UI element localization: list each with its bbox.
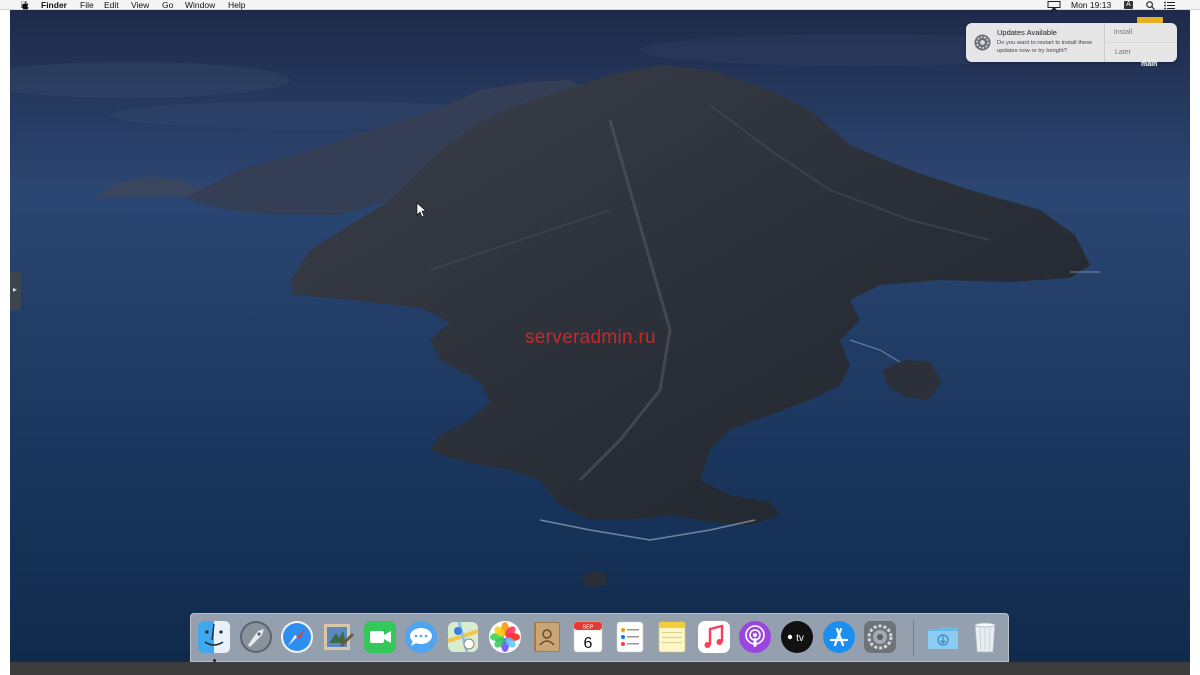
menu-file[interactable]: File [80,0,94,10]
install-button[interactable]: Install [1106,29,1140,36]
tv-label: tv [796,633,804,644]
trash-icon [974,622,996,653]
dock-launchpad[interactable] [238,619,274,655]
menu-view[interactable]: View [131,0,149,10]
apple-tv-icon: tv [781,621,813,653]
watermark-text: serveradmin.ru [525,327,656,348]
menu-edit[interactable]: Edit [104,0,119,10]
finder-icon [198,621,230,653]
input-source-indicator[interactable]: A [1124,1,1133,9]
dock-tv[interactable]: tv [779,619,815,655]
menu-help[interactable]: Help [228,0,245,10]
podcasts-icon [739,621,771,653]
dock-downloads[interactable] [925,619,961,655]
dock-photos[interactable] [487,619,523,655]
chevron-right-icon: ▸ [13,285,18,294]
dock-system-preferences[interactable] [862,619,898,655]
notification-title: Updates Available [997,28,1057,37]
dock-mail[interactable] [320,619,356,655]
dock-reminders[interactable] [612,619,648,655]
dock-notes[interactable] [654,619,690,655]
dock-calendar[interactable]: SEP 6 [570,619,606,655]
maps-icon [447,621,479,653]
dock-music[interactable] [696,619,732,655]
app-menu-finder[interactable]: Finder [41,0,67,10]
spotlight-search-icon[interactable] [1146,1,1155,10]
dock-messages[interactable] [403,619,439,655]
calendar-icon: SEP 6 [573,621,603,653]
desktop-item-label[interactable]: main [1141,61,1157,68]
contacts-icon [534,622,560,652]
dock-trash[interactable] [967,619,1003,655]
menu-window[interactable]: Window [185,0,215,10]
screen:  Finder File Edit View Go Window Help M… [0,0,1200,675]
system-preferences-gear-icon [974,34,991,51]
dock: SEP 6 tv [190,613,1009,662]
dock-safari[interactable] [279,619,315,655]
later-button[interactable]: Later [1106,49,1140,56]
desktop-wallpaper[interactable]: serveradmin.ru [10,10,1190,662]
menu-go[interactable]: Go [162,0,173,10]
notification-button-divider [1106,42,1177,43]
downloads-folder-icon [928,627,958,649]
notes-icon [658,621,686,653]
music-icon [698,621,730,653]
launchpad-icon [240,621,272,653]
updates-notification[interactable]: Updates Available Do you want to restart… [966,23,1177,62]
notification-center-icon[interactable] [1164,1,1176,10]
calendar-day: 6 [584,635,593,652]
dock-maps[interactable] [445,619,481,655]
safari-icon [281,621,313,653]
photos-icon [489,621,521,653]
sidebar-handle[interactable]: ▸ [10,272,21,310]
dock-separator [913,620,914,656]
dock-app-store[interactable] [821,619,857,655]
dock-contacts[interactable] [529,619,565,655]
running-indicator [213,659,216,662]
menu-bar:  Finder File Edit View Go Window Help M… [0,0,1200,10]
bottom-bar [10,662,1190,675]
facetime-icon [364,621,396,653]
apple-logo-icon[interactable] [21,1,29,10]
notification-body: Do you want to restart to install these … [997,40,1093,54]
app-store-icon [823,621,855,653]
calendar-month: SEP [582,625,593,631]
mail-icon [324,624,354,650]
menubar-clock[interactable]: Mon 19:13 [1071,0,1111,10]
messages-icon [405,621,437,653]
dock-podcasts[interactable] [737,619,773,655]
system-preferences-icon [864,621,896,653]
notification-divider [1104,23,1105,62]
airplay-display-icon[interactable] [1047,1,1061,10]
dock-facetime[interactable] [362,619,398,655]
desktop-disk-icon[interactable] [1137,17,1163,23]
reminders-icon [616,621,644,653]
dock-finder[interactable] [196,619,232,655]
